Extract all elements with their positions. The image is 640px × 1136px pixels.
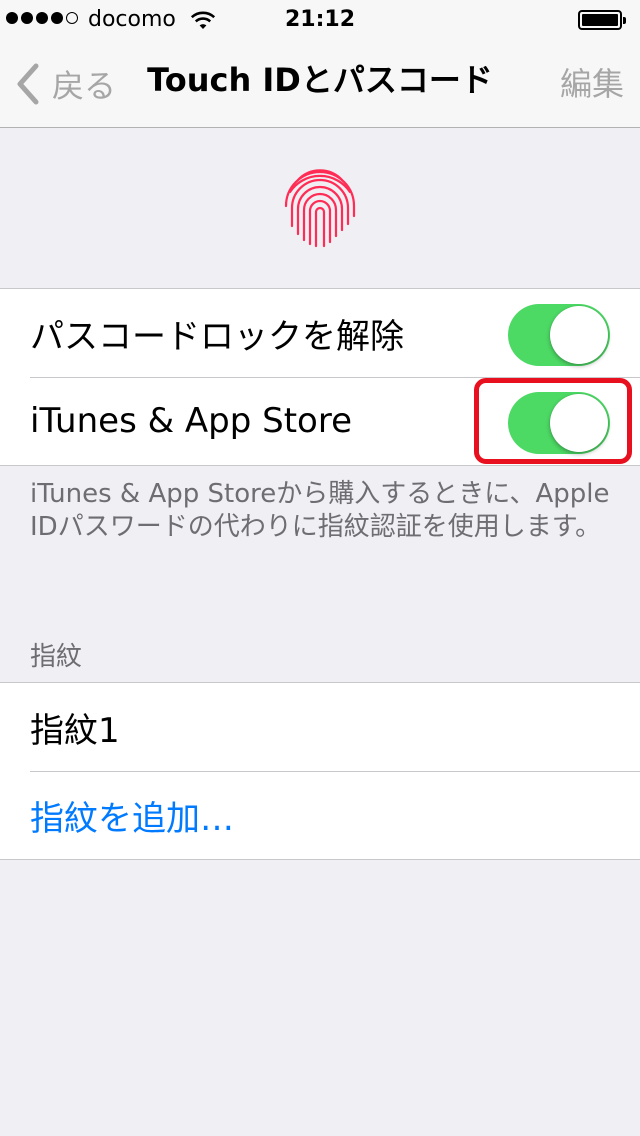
passcode-unlock-row: パスコードロックを解除 [0,289,640,377]
battery-level [582,14,618,26]
passcode-unlock-label: パスコードロックを解除 [30,316,404,357]
fingerprint-item-label: 指紋1 [30,710,120,751]
annotation-highlight-box [474,378,632,464]
itunes-store-label: iTunes & App Store [30,401,353,441]
passcode-unlock-toggle[interactable] [508,304,610,366]
fingerprints-group: 指紋1 指紋を追加… [0,682,640,860]
page-title: Touch IDとパスコード [147,61,493,99]
back-label: 戻る [52,67,117,105]
toggle-knob [550,306,608,364]
itunes-store-footer-note: iTunes & App Storeから購入するときに、Apple IDパスワー… [30,479,610,542]
add-fingerprint-label: 指紋を追加… [30,798,234,839]
battery-nub [623,17,626,24]
status-bar: docomo 21:12 [0,0,640,40]
touch-id-fingerprint-icon [284,169,356,248]
back-chevron-icon [17,63,39,105]
status-time: 21:12 [284,7,356,32]
edit-button[interactable]: 編集 [560,62,624,106]
navigation-bar: 戻る Touch IDとパスコード 編集 [0,40,640,128]
back-button[interactable]: 戻る [14,62,116,106]
battery-icon [578,10,626,30]
fingerprints-section-header: 指紋 [30,642,83,672]
add-fingerprint-button[interactable]: 指紋を追加… [0,771,640,859]
fingerprint-item-1[interactable]: 指紋1 [0,683,640,771]
